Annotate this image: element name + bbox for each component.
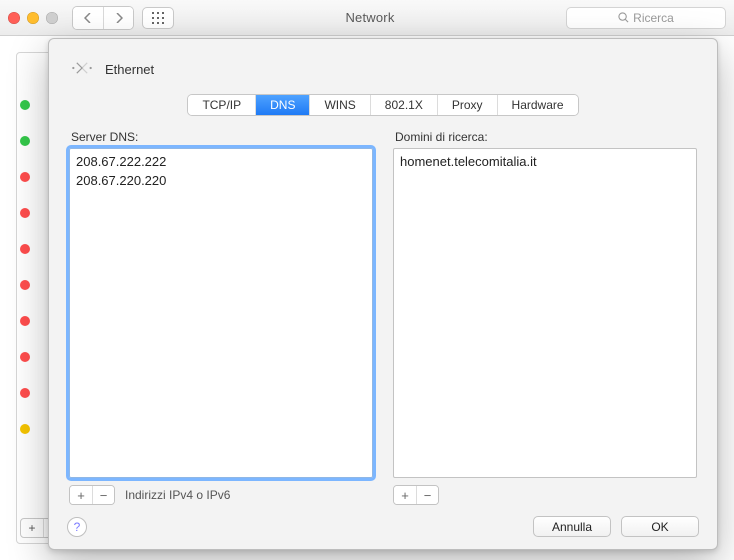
remove-search-domain-button[interactable]: − (416, 486, 438, 504)
search-domains-column: Domini di ricerca: homenet.telecomitalia… (393, 130, 697, 506)
service-status-dot (20, 208, 30, 218)
dns-servers-hint: Indirizzi IPv4 o IPv6 (125, 488, 230, 502)
service-status-dot (20, 172, 30, 182)
dns-servers-list[interactable]: 208.67.222.222208.67.220.220 (69, 148, 373, 478)
service-status-dot (20, 244, 30, 254)
tab-hardware[interactable]: Hardware (497, 95, 578, 115)
connection-name: Ethernet (105, 62, 154, 77)
back-button[interactable] (73, 7, 103, 29)
dns-servers-label: Server DNS: (71, 130, 373, 144)
sheet-footer: ? Annulla OK (67, 506, 699, 537)
tab-tcpip[interactable]: TCP/IP (188, 95, 255, 115)
search-field[interactable]: Ricerca (566, 7, 726, 29)
help-button[interactable]: ? (67, 517, 87, 537)
service-status-dot (20, 424, 30, 434)
tab-bar: TCP/IPDNSWINS802.1XProxyHardware (67, 94, 699, 116)
service-status-dot (20, 136, 30, 146)
forward-button[interactable] (103, 7, 133, 29)
dns-servers-add-remove: + − (69, 485, 115, 505)
minimize-window-button[interactable] (27, 12, 39, 24)
tab-dns[interactable]: DNS (255, 95, 309, 115)
search-icon (618, 12, 629, 23)
service-status-dot (20, 352, 30, 362)
cancel-button[interactable]: Annulla (533, 516, 611, 537)
nav-back-forward (72, 6, 134, 30)
service-status-dot (20, 388, 30, 398)
window-traffic-lights (8, 12, 58, 24)
sheet-header: Ethernet (67, 53, 699, 94)
search-domains-add-remove: + − (393, 485, 439, 505)
close-window-button[interactable] (8, 12, 20, 24)
dns-server-entry[interactable]: 208.67.220.220 (76, 172, 366, 191)
service-status-dot (20, 100, 30, 110)
add-search-domain-button[interactable]: + (394, 486, 416, 504)
advanced-sheet: Ethernet TCP/IPDNSWINS802.1XProxyHardwar… (48, 38, 718, 550)
tab-proxy[interactable]: Proxy (437, 95, 497, 115)
service-status-strip (20, 100, 44, 434)
ethernet-icon (69, 57, 95, 82)
search-placeholder: Ricerca (633, 11, 674, 25)
search-domains-label: Domini di ricerca: (395, 130, 697, 144)
dns-servers-column: Server DNS: 208.67.222.222208.67.220.220… (69, 130, 373, 506)
tab-8021x[interactable]: 802.1X (370, 95, 437, 115)
window-toolbar: Network Ricerca (0, 0, 734, 36)
search-domain-entry[interactable]: homenet.telecomitalia.it (400, 153, 690, 172)
dns-columns: Server DNS: 208.67.222.222208.67.220.220… (67, 130, 699, 506)
add-dns-server-button[interactable]: + (70, 486, 92, 504)
ok-button[interactable]: OK (621, 516, 699, 537)
add-service-button[interactable]: + (21, 519, 43, 537)
remove-dns-server-button[interactable]: − (92, 486, 114, 504)
zoom-window-button[interactable] (46, 12, 58, 24)
tab-wins[interactable]: WINS (309, 95, 369, 115)
window-title: Network (182, 10, 558, 25)
service-status-dot (20, 280, 30, 290)
dns-server-entry[interactable]: 208.67.222.222 (76, 153, 366, 172)
service-status-dot (20, 316, 30, 326)
show-all-button[interactable] (142, 7, 174, 29)
search-domains-list[interactable]: homenet.telecomitalia.it (393, 148, 697, 478)
